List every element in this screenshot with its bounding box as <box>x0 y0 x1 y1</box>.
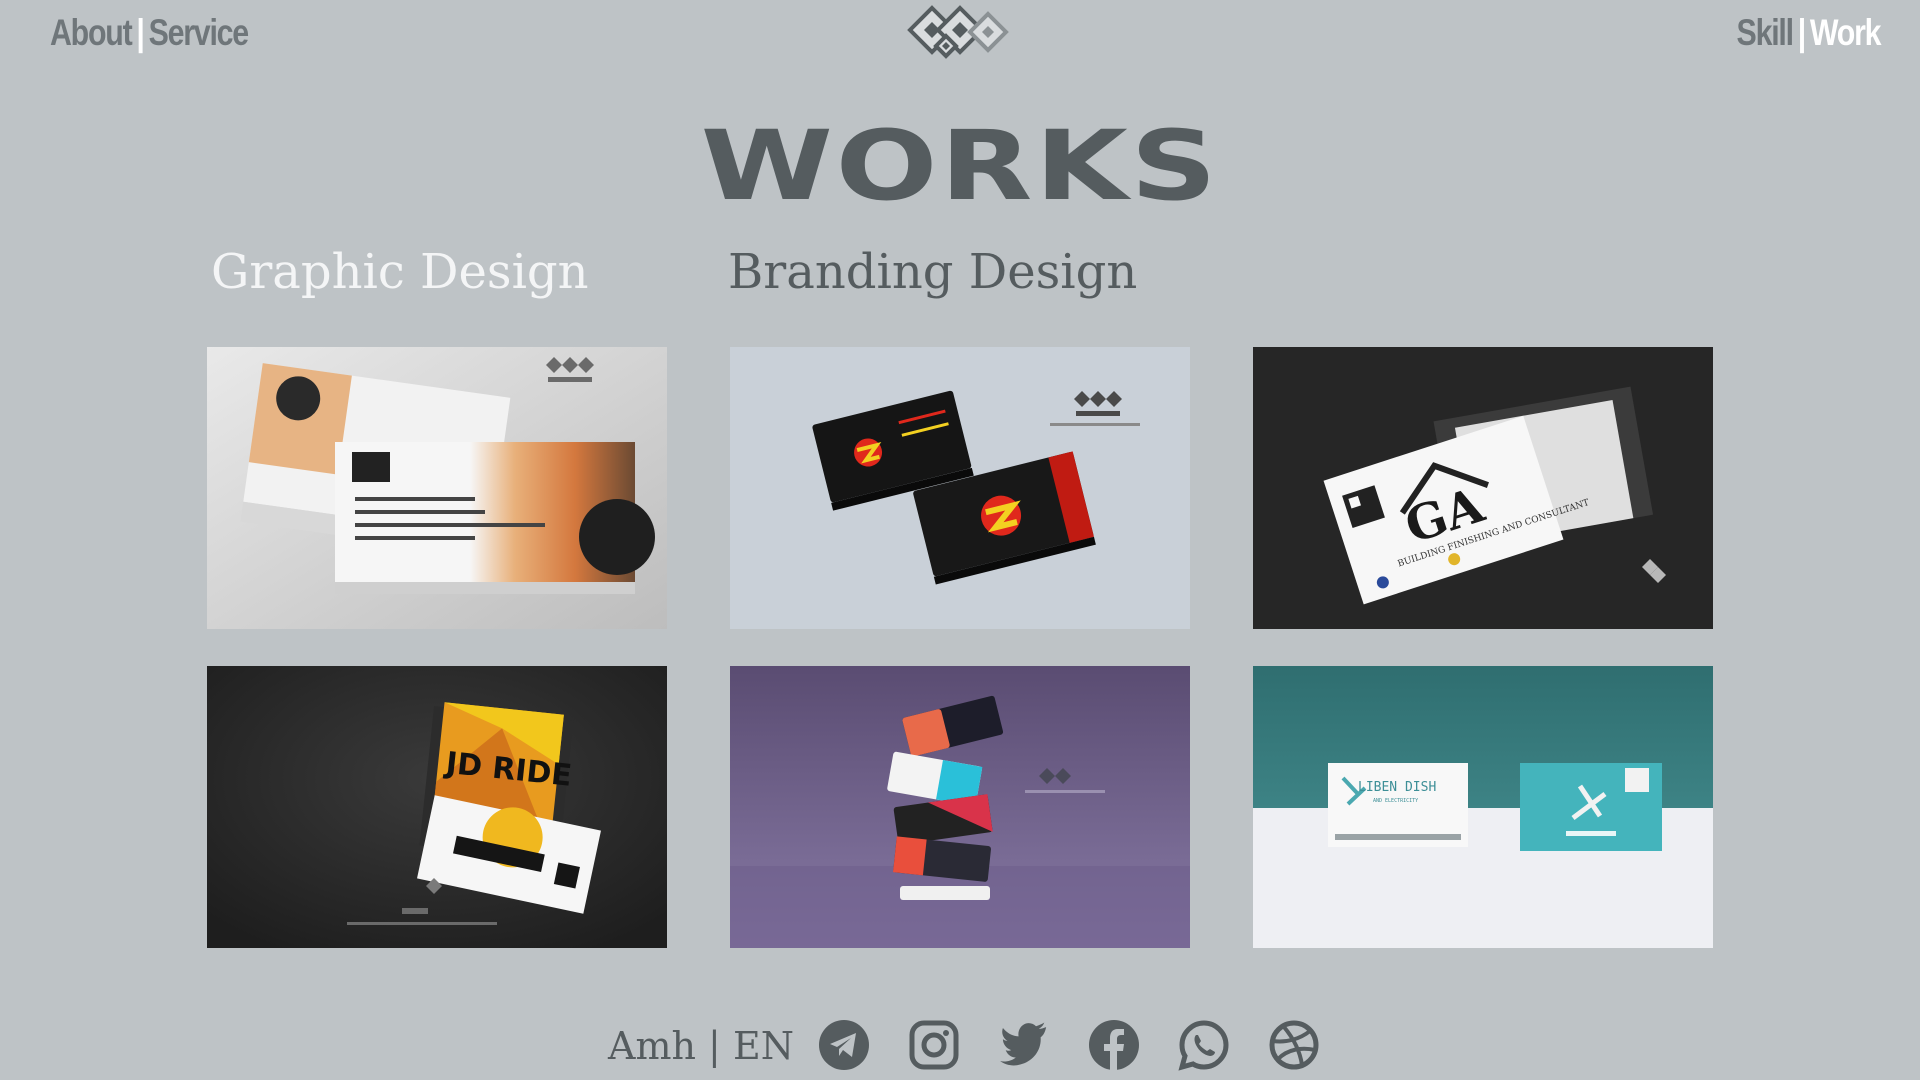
whatsapp-icon[interactable] <box>1178 1019 1230 1071</box>
tab-graphic-design[interactable]: Graphic Design <box>211 244 589 300</box>
liben-dish-logo-text: LIBEN DISH <box>1358 780 1436 795</box>
gallery-item-liben-dish-card[interactable]: LIBEN DISH AND ELECTRICITY <box>1253 666 1713 948</box>
gallery-item-jd-ride-card[interactable]: JD RIDE <box>207 666 667 948</box>
nav-separator: | <box>1797 12 1805 53</box>
gallery-item-afro-card[interactable] <box>207 347 667 629</box>
brand-logo[interactable] <box>902 2 1018 68</box>
telegram-icon[interactable] <box>818 1019 870 1071</box>
nav-left: About | Service <box>50 12 250 54</box>
lang-english-link[interactable]: EN <box>733 1024 794 1068</box>
lang-amharic-link[interactable]: Amh <box>608 1024 696 1068</box>
nav-about-link[interactable]: About <box>50 12 133 53</box>
gallery-item-floating-cards[interactable] <box>730 666 1190 948</box>
language-switch: Amh | EN <box>608 1024 794 1068</box>
facebook-icon[interactable] <box>1088 1019 1140 1071</box>
nav-work-link[interactable]: Work <box>1810 12 1882 53</box>
nav-service-link[interactable]: Service <box>149 12 250 53</box>
twitter-icon[interactable] <box>998 1019 1050 1071</box>
nav-separator: | <box>136 12 144 53</box>
tab-branding-design[interactable]: Branding Design <box>728 244 1137 300</box>
gallery-item-ga-card[interactable]: GA BUILDING FINISHING AND CONSULTANT <box>1253 347 1713 629</box>
lang-separator: | <box>708 1024 721 1068</box>
instagram-icon[interactable] <box>908 1019 960 1071</box>
gallery-item-black-red-card[interactable] <box>730 347 1190 629</box>
page: About | Service Skill | Work WORKS Graphic D… <box>0 0 1920 1080</box>
page-title: WORKS <box>700 110 1220 222</box>
nav-skill-link[interactable]: Skill <box>1736 12 1793 53</box>
works-gallery: GA BUILDING FINISHING AND CONSULTANT JD … <box>207 347 1713 948</box>
dribbble-icon[interactable] <box>1268 1019 1320 1071</box>
nav-right: Skill | Work <box>1736 12 1882 54</box>
social-links <box>818 1018 1320 1072</box>
liben-dish-subtitle-text: AND ELECTRICITY <box>1373 798 1418 804</box>
